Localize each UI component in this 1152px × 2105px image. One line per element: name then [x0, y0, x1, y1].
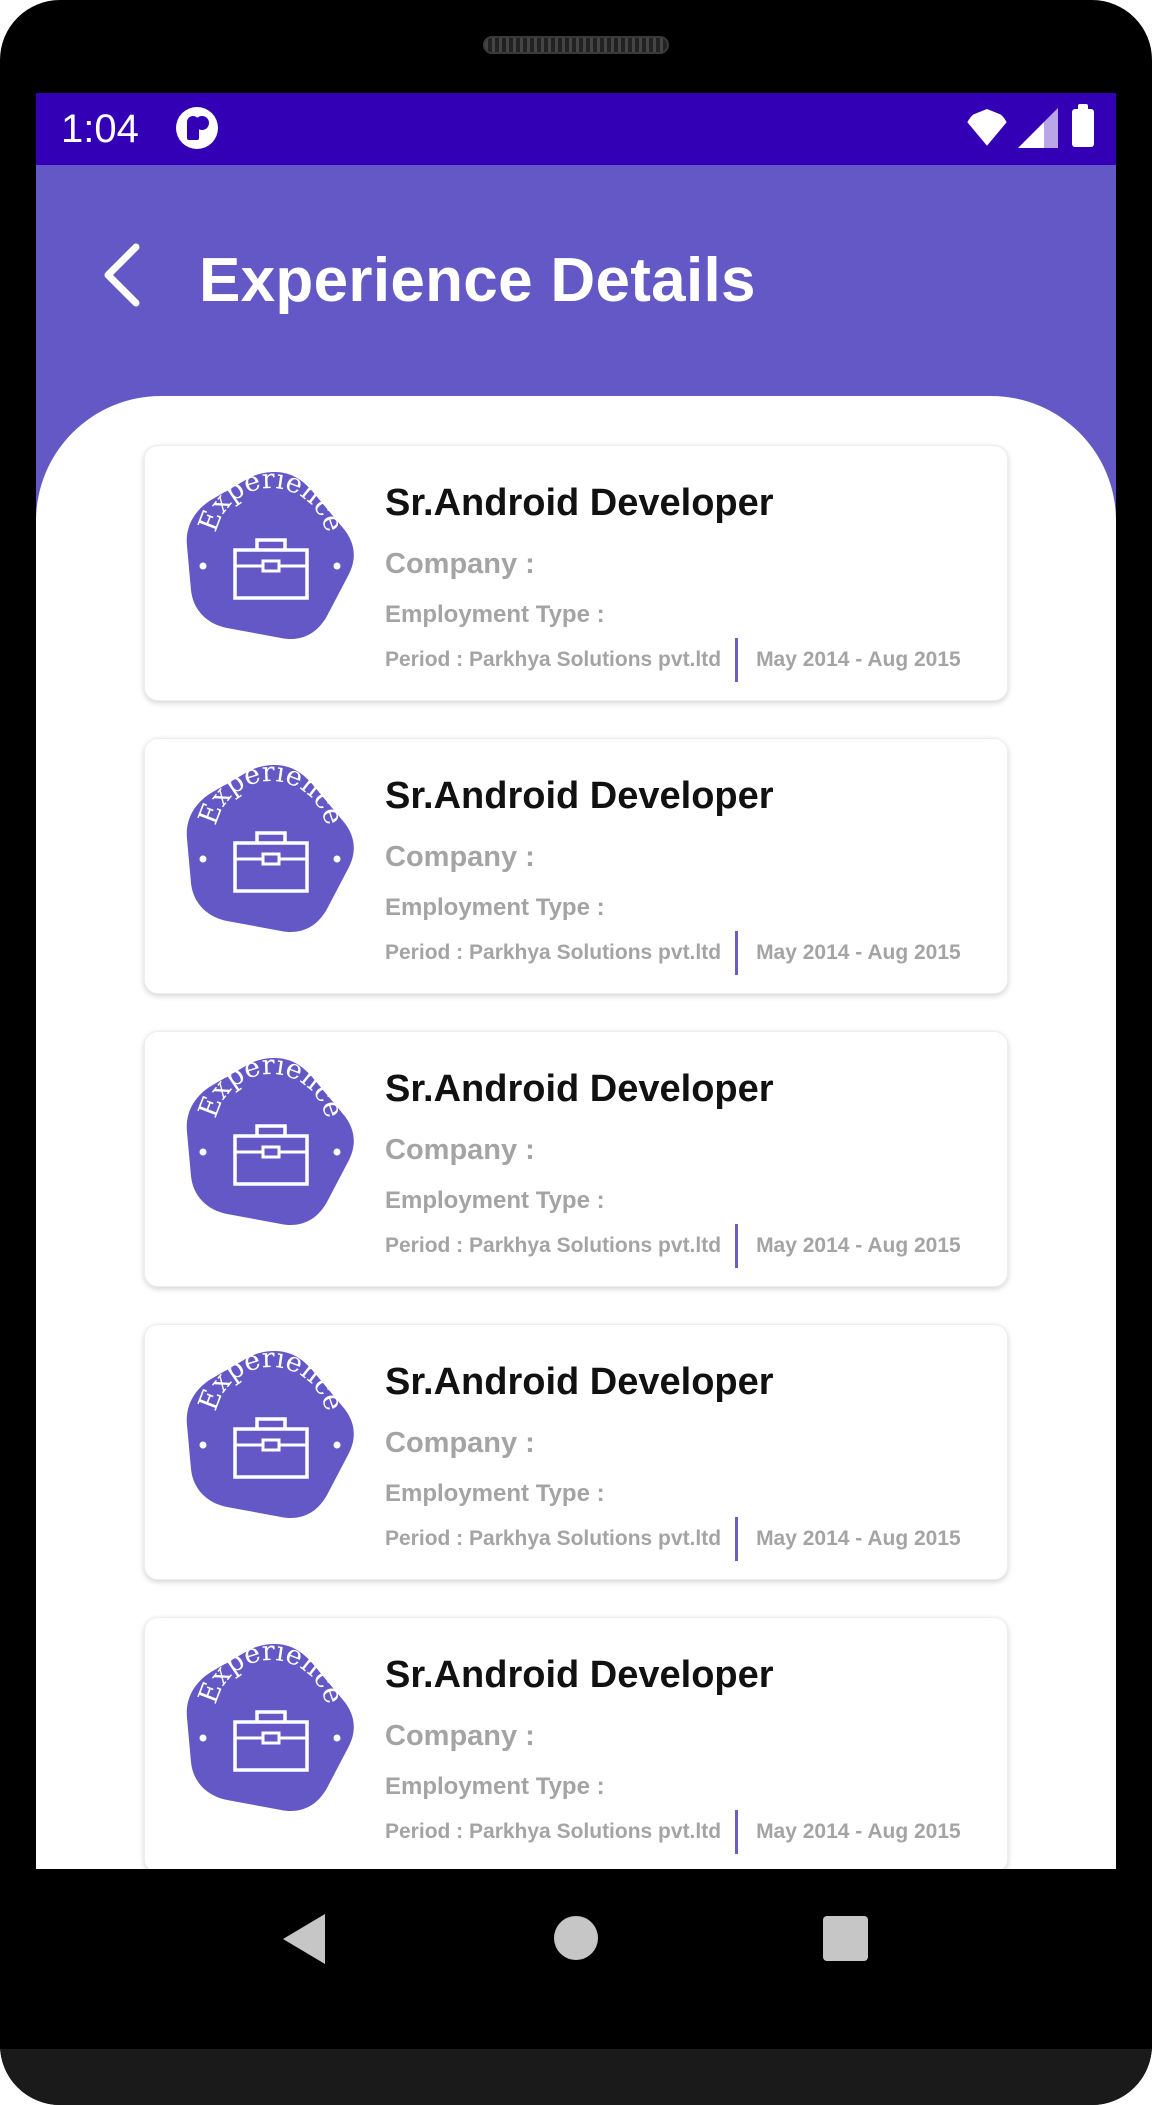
- page-title: Experience Details: [199, 246, 756, 315]
- period-dates: May 2014 - Aug 2015: [756, 941, 961, 964]
- company-label: Company :: [385, 1720, 535, 1752]
- briefcase-icon: Experience: [186, 466, 354, 640]
- period-text: Period : Parkhya Solutions pvt.ltd: [385, 1820, 722, 1843]
- briefcase-icon: Experience: [186, 1345, 354, 1519]
- period-row: Period : Parkhya Solutions pvt.ltd May 2…: [385, 1517, 961, 1561]
- period-divider: [735, 1517, 739, 1561]
- battery-icon: [1072, 104, 1094, 147]
- experience-card[interactable]: Experience Sr.Android Developer Company …: [144, 1031, 1008, 1287]
- back-button[interactable]: [94, 239, 150, 311]
- period-divider: [735, 1810, 739, 1854]
- status-bar: 1:04: [36, 93, 1116, 165]
- device-frame: 1:04 Experience Details Experience Sr.An…: [0, 0, 1152, 2105]
- period-row: Period : Parkhya Solutions pvt.ltd May 2…: [385, 1810, 961, 1854]
- experience-card[interactable]: Experience Sr.Android Developer Company …: [144, 1617, 1008, 1869]
- job-title: Sr.Android Developer: [385, 1654, 774, 1696]
- chevron-left-icon: [104, 243, 140, 307]
- device-speaker: [483, 36, 669, 54]
- period-divider: [735, 638, 739, 682]
- company-label: Company :: [385, 1134, 535, 1166]
- experience-card[interactable]: Experience Sr.Android Developer Company …: [144, 445, 1008, 701]
- status-icons: [964, 104, 1094, 149]
- briefcase-icon: Experience: [186, 1052, 354, 1226]
- employment-type-label: Employment Type :: [385, 1480, 605, 1507]
- period-divider: [735, 931, 739, 975]
- notification-app-icon: [176, 107, 218, 149]
- experience-badge: Experience: [179, 1052, 357, 1230]
- job-title: Sr.Android Developer: [385, 1068, 774, 1110]
- employment-type-label: Employment Type :: [385, 1773, 605, 1800]
- period-row: Period : Parkhya Solutions pvt.ltd May 2…: [385, 638, 961, 682]
- period-text: Period : Parkhya Solutions pvt.ltd: [385, 1234, 722, 1257]
- company-label: Company :: [385, 841, 535, 873]
- app-screen: 1:04 Experience Details Experience Sr.An…: [36, 93, 1116, 1869]
- period-dates: May 2014 - Aug 2015: [756, 1820, 961, 1843]
- experience-badge: Experience: [179, 759, 357, 937]
- nav-back-button[interactable]: [283, 1914, 325, 1964]
- period-dates: May 2014 - Aug 2015: [756, 648, 961, 671]
- company-label: Company :: [385, 548, 535, 580]
- device-bottom-edge: [0, 2047, 1152, 2105]
- period-text: Period : Parkhya Solutions pvt.ltd: [385, 648, 722, 671]
- app-header: Experience Details: [36, 165, 1116, 405]
- experience-badge: Experience: [179, 1638, 357, 1816]
- system-nav-bar: [0, 1869, 1152, 2047]
- period-text: Period : Parkhya Solutions pvt.ltd: [385, 1527, 722, 1550]
- period-divider: [735, 1224, 739, 1268]
- experience-badge: Experience: [179, 466, 357, 644]
- briefcase-icon: Experience: [186, 1638, 354, 1812]
- content-sheet: Experience Sr.Android Developer Company …: [36, 396, 1116, 1869]
- employment-type-label: Employment Type :: [385, 1187, 605, 1214]
- wifi-icon: [964, 109, 1010, 147]
- period-row: Period : Parkhya Solutions pvt.ltd May 2…: [385, 931, 961, 975]
- employment-type-label: Employment Type :: [385, 601, 605, 628]
- briefcase-icon: Experience: [186, 759, 354, 933]
- experience-badge: Experience: [179, 1345, 357, 1523]
- employment-type-label: Employment Type :: [385, 894, 605, 921]
- nav-recents-button[interactable]: [823, 1916, 868, 1961]
- nav-home-button[interactable]: [554, 1916, 598, 1960]
- company-label: Company :: [385, 1427, 535, 1459]
- period-text: Period : Parkhya Solutions pvt.ltd: [385, 941, 722, 964]
- job-title: Sr.Android Developer: [385, 482, 774, 524]
- signal-icon: [1018, 108, 1058, 148]
- job-title: Sr.Android Developer: [385, 775, 774, 817]
- experience-card[interactable]: Experience Sr.Android Developer Company …: [144, 738, 1008, 994]
- job-title: Sr.Android Developer: [385, 1361, 774, 1403]
- experience-card[interactable]: Experience Sr.Android Developer Company …: [144, 1324, 1008, 1580]
- period-dates: May 2014 - Aug 2015: [756, 1527, 961, 1550]
- status-time: 1:04: [61, 107, 139, 151]
- period-row: Period : Parkhya Solutions pvt.ltd May 2…: [385, 1224, 961, 1268]
- period-dates: May 2014 - Aug 2015: [756, 1234, 961, 1257]
